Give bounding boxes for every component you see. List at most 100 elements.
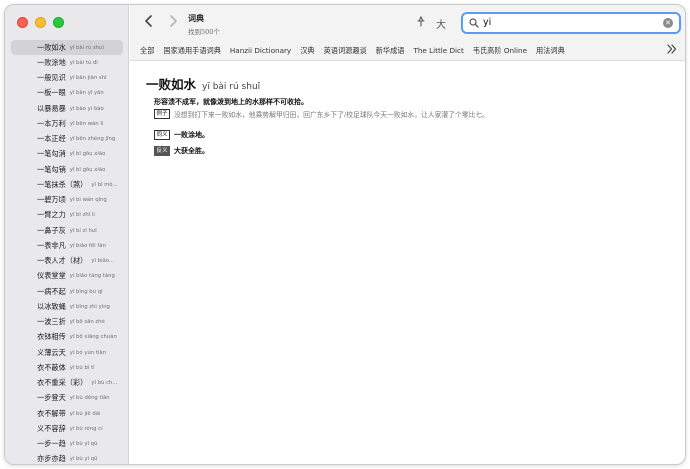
word-list-item-pinyin: yī bō xiāng chuán [69, 334, 117, 341]
word-list-item-pinyin: yì bù yì qū [69, 456, 98, 463]
word-list-item[interactable]: 一步一趋 yī bù yī qū [11, 437, 123, 452]
entry-content: 一败如水 yī bài rú shuǐ 形容溃不成军，就像泼到地上的水那样不可收… [130, 62, 685, 464]
back-button[interactable] [144, 15, 154, 30]
word-list-item-word: 一波三折 [37, 317, 66, 327]
word-list-item-pinyin: yī bù yī qū [69, 441, 98, 448]
word-list-item-pinyin: yī bí zi huī [69, 227, 97, 234]
word-list-item[interactable]: 一败如水 yī bài rú shuǐ [11, 40, 123, 56]
example-row: 例子 没想到打下来一败如水，他乘势解甲归田，回广东乡下了/校足球队今天一败如水，… [154, 109, 489, 119]
word-list-item[interactable]: 一步登天 yī bù dēng tiān [11, 391, 123, 406]
font-size-button[interactable]: 大 [436, 16, 446, 31]
search-field[interactable]: yi ✕ [461, 12, 681, 34]
word-list-item[interactable]: 仪表堂堂 yí biǎo táng táng [11, 269, 123, 284]
word-list-item[interactable]: 衣不解带 yī bù jiě dài [11, 406, 123, 421]
zoom-button[interactable] [53, 17, 64, 28]
close-button[interactable] [17, 17, 28, 28]
word-list-item[interactable]: 衣不重采（彩） yī bù ch... [11, 376, 123, 391]
word-list-item-pinyin: yí biǎo táng táng [69, 273, 115, 280]
word-list-item-pinyin: yì bó yún tiān [69, 349, 107, 356]
dictionary-tab[interactable]: 英语词源趣谈 [324, 46, 367, 56]
word-list-item[interactable]: 义薄云天 yì bó yún tiān [11, 345, 123, 360]
word-list-item[interactable]: 亦步亦趋 yì bù yì qū [11, 452, 123, 464]
example-tag: 例子 [154, 109, 171, 119]
word-list-item[interactable]: 一病不起 yī bìng bù qǐ [11, 284, 123, 299]
minimize-button[interactable] [35, 17, 46, 28]
sidebar: 一败如水 yī bài rú shuǐ 一败涂地 yī bài tú dì 一般见识 yī… [5, 5, 129, 464]
word-list-item-word: 衣不解带 [37, 408, 66, 418]
word-list-item[interactable]: 一板一眼 yī bǎn yī yǎn [11, 86, 123, 101]
pin-icon [417, 15, 425, 27]
word-list-item-pinyin: yī bō sān zhé [69, 319, 105, 326]
word-list-item-word: 一笔抹杀（煞） [37, 179, 88, 189]
word-list-item[interactable]: 一表人才（材） yī biǎo... [11, 254, 123, 269]
dictionary-tab[interactable]: 韦氏高阶 Online [473, 46, 527, 56]
entry-header: 一败如水 yī bài rú shuǐ [146, 74, 260, 93]
dictionary-tab[interactable]: 新华成语 [376, 46, 405, 56]
word-list-item-pinyin: yī bù jiě dài [69, 410, 101, 417]
word-list-item-word: 衣不重采（彩） [37, 378, 88, 388]
word-list-item[interactable]: 一败涂地 yī bài tú dì [11, 55, 123, 70]
word-list-item-pinyin: yì bù róng cí [69, 425, 103, 432]
word-list-item-word: 一般见识 [37, 73, 66, 83]
word-list-item-word: 衣不蔽体 [37, 362, 66, 372]
word-list-item[interactable]: 一鼻子灰 yī bí zi huī [11, 223, 123, 238]
word-list-item[interactable]: 一碧万顷 yī bì wàn qǐng [11, 193, 123, 208]
word-list-item[interactable]: 一笔勾销 yī bǐ gōu xiāo [11, 162, 123, 177]
word-list-item-word: 一臂之力 [37, 210, 66, 220]
word-list-item[interactable]: 一表非凡 yī biǎo fēi fán [11, 238, 123, 253]
word-list-item[interactable]: 一笔勾消 yī bǐ gōu xiāo [11, 147, 123, 162]
search-icon [469, 18, 479, 28]
word-list-item[interactable]: 以冰致蝇 yǐ bīng zhì yíng [11, 299, 123, 314]
word-list-item-word: 一败如水 [37, 42, 66, 52]
word-list-item-word: 一步登天 [37, 393, 66, 403]
word-list-item[interactable]: 一本万利 yī běn wàn lì [11, 116, 123, 131]
synonym-row: 同义 一败涂地。 [154, 130, 209, 140]
word-list-item-pinyin: yǐ bīng zhì yíng [69, 303, 110, 310]
word-list-item-word: 一表非凡 [37, 240, 66, 250]
forward-button[interactable] [168, 15, 178, 30]
word-list-item-pinyin: yī bì wàn qǐng [69, 197, 107, 204]
word-list-item[interactable]: 一臂之力 yī bì zhī lì [11, 208, 123, 223]
pin-button[interactable] [417, 15, 425, 30]
title-block: 词典 找到500个 [188, 13, 220, 36]
word-list-item-pinyin: yī bài rú shuǐ [69, 44, 104, 51]
antonym-text[interactable]: 大获全胜。 [174, 146, 209, 156]
word-list-item-pinyin: yī biǎo fēi fán [69, 242, 106, 249]
entry-definition: 形容溃不成军，就像泼到地上的水那样不可收拾。 [154, 97, 308, 106]
toolbar: 词典 找到500个 大 yi ✕ [130, 5, 685, 41]
result-count: 找到500个 [188, 28, 220, 36]
word-list-item-pinyin: yǐ bào yì bào [69, 105, 104, 112]
synonym-tag: 同义 [154, 130, 171, 140]
dictionary-tab[interactable]: The Little Dict [413, 46, 463, 55]
word-list-item-pinyin: yī bìng bù qǐ [69, 288, 103, 295]
dictionary-tab[interactable]: 汉典 [300, 46, 314, 56]
word-list-item-word: 一鼻子灰 [37, 225, 66, 235]
word-list-item-word: 一板一眼 [37, 88, 66, 98]
clear-search-icon[interactable]: ✕ [663, 18, 673, 28]
dictionary-tab[interactable]: Hanzii Dictionary [230, 46, 291, 55]
word-list-item[interactable]: 一本正经 yī běn zhèng jīng [11, 132, 123, 147]
dictionary-tab[interactable]: 用法词典 [536, 46, 565, 56]
synonym-text[interactable]: 一败涂地。 [174, 130, 209, 140]
word-list-item[interactable]: 一笔抹杀（煞） yī bǐ mǒ... [11, 177, 123, 192]
word-list-item[interactable]: 以暴易暴 yǐ bào yì bào [11, 101, 123, 116]
word-list-item-pinyin: yī bì zhī lì [69, 212, 95, 219]
word-list-item-pinyin: yī bǐ mǒ... [91, 181, 118, 188]
dictionary-tab[interactable]: 全部 [140, 46, 154, 56]
entry-headword: 一败如水 [146, 77, 197, 92]
dictionary-tab[interactable]: 国家通用手语词典 [163, 46, 221, 56]
more-tabs-icon[interactable] [667, 44, 677, 57]
word-list-item[interactable]: 一般见识 yī bān jiàn shí [11, 71, 123, 86]
entry-pinyin: yī bài rú shuǐ [202, 82, 261, 92]
word-list-item[interactable]: 义不容辞 yì bù róng cí [11, 421, 123, 436]
word-list-item-word: 一碧万顷 [37, 195, 66, 205]
word-list-item-word: 一笔勾消 [37, 149, 66, 159]
word-list-item[interactable]: 衣钵相传 yī bō xiāng chuán [11, 330, 123, 345]
word-list-item[interactable]: 一波三折 yī bō sān zhé [11, 315, 123, 330]
antonym-tag: 反义 [154, 146, 171, 156]
window-controls [17, 17, 64, 28]
search-input[interactable]: yi [483, 17, 491, 28]
word-list-item-pinyin: yī bài tú dì [69, 59, 98, 66]
word-list-item[interactable]: 衣不蔽体 yī bù bì tǐ [11, 360, 123, 375]
word-list-item-word: 亦步亦趋 [37, 454, 66, 464]
